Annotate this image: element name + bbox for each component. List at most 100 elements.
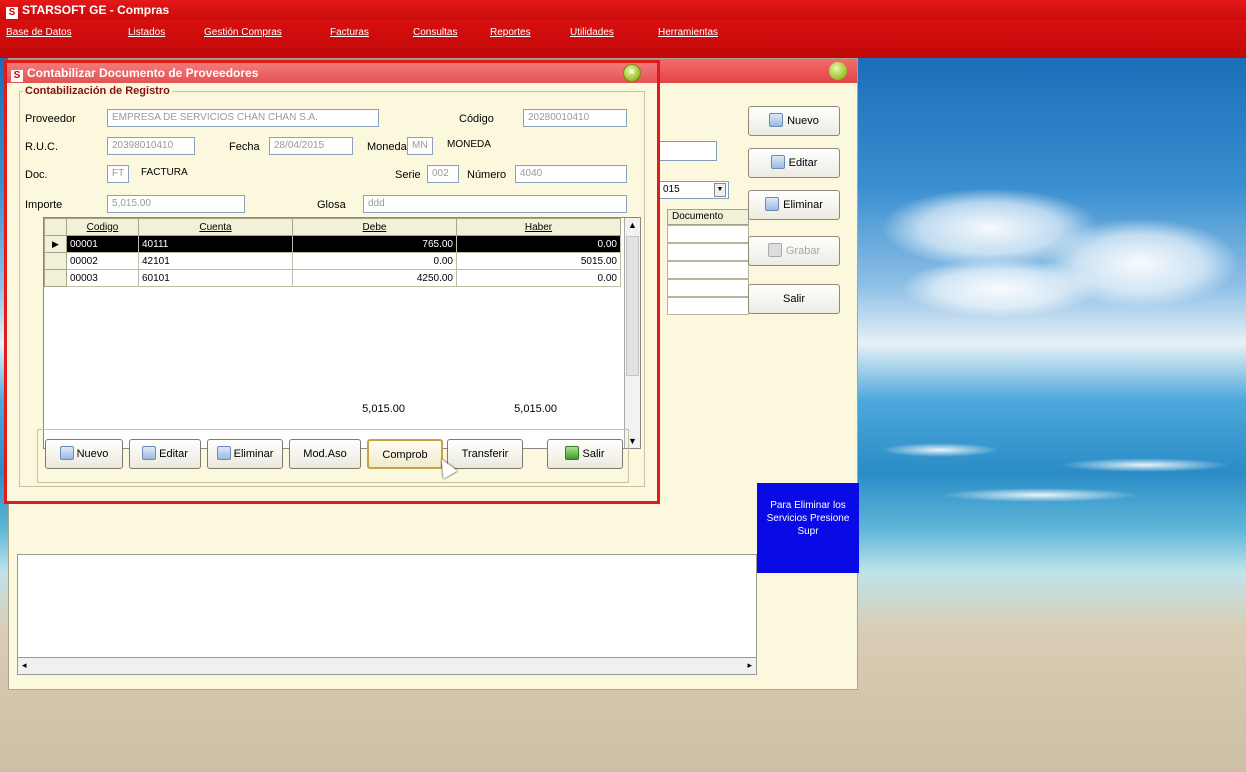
- comprob-button[interactable]: Comprob: [367, 439, 443, 469]
- ruc-field[interactable]: 20398010410: [107, 137, 195, 155]
- horizontal-scrollbar[interactable]: ◂ ▸: [17, 657, 757, 675]
- menu-gestion-compras[interactable]: Gestión Compras: [204, 27, 282, 38]
- total-debe: 5,015.00: [362, 403, 405, 415]
- menu-listados[interactable]: Listados: [128, 27, 165, 38]
- menu-facturas[interactable]: Facturas: [330, 27, 369, 38]
- scroll-left-icon[interactable]: ◂: [22, 660, 27, 671]
- eliminar-button[interactable]: Eliminar: [207, 439, 283, 469]
- cell-codigo[interactable]: 00002: [66, 252, 139, 270]
- app-logo-icon: S: [11, 70, 23, 82]
- nuevo-label: Nuevo: [76, 448, 109, 460]
- doc-label: Doc.: [25, 169, 48, 181]
- new-document-icon: [59, 446, 74, 460]
- salir-button[interactable]: Salir: [547, 439, 623, 469]
- menu-herramientas[interactable]: Herramientas: [658, 27, 718, 38]
- cell-debe[interactable]: 0.00: [292, 252, 457, 270]
- dropdown-arrow-icon[interactable]: ▼: [714, 183, 726, 197]
- cell-debe[interactable]: 765.00: [292, 235, 457, 253]
- glosa-label: Glosa: [317, 199, 346, 211]
- edit-icon: [142, 446, 157, 460]
- scroll-down-icon[interactable]: ▼: [628, 436, 637, 446]
- cell-codigo[interactable]: 00001: [66, 235, 139, 253]
- proveedor-label: Proveedor: [25, 113, 76, 125]
- proveedor-field[interactable]: EMPRESA DE SERVICIOS CHAN CHAN S.A.: [107, 109, 379, 127]
- fecha-label: Fecha: [229, 141, 260, 153]
- info-box: Para Eliminar los Servicios Presione Sup…: [757, 483, 859, 573]
- row-selector[interactable]: [44, 269, 67, 287]
- background-grid-header: Documento: [667, 209, 749, 225]
- column-header-haber[interactable]: Haber: [456, 218, 621, 236]
- comprob-label: Comprob: [382, 449, 428, 461]
- table-row[interactable]: ▶ 00001 40111 765.00 0.00: [44, 235, 621, 253]
- background-year-select[interactable]: 015 ▼: [659, 181, 729, 199]
- cloud: [900, 258, 1100, 318]
- cell-haber[interactable]: 5015.00: [456, 252, 621, 270]
- cell-debe[interactable]: 4250.00: [292, 269, 457, 287]
- menu-reportes[interactable]: Reportes: [490, 27, 531, 38]
- serie-label: Serie: [395, 169, 421, 181]
- mod-aso-label: Mod.Aso: [303, 448, 347, 460]
- numero-label: Número: [467, 169, 507, 181]
- menu-base-de-datos[interactable]: Base de Datos: [6, 27, 72, 38]
- side-nuevo-button[interactable]: Nuevo: [748, 106, 840, 136]
- contabilizar-modal: S Contabilizar Documento de Proveedores ×…: [4, 60, 660, 504]
- moneda-name: MONEDA: [447, 139, 491, 150]
- background-input[interactable]: [659, 141, 717, 161]
- cell-haber[interactable]: 0.00: [456, 235, 621, 253]
- cell-haber[interactable]: 0.00: [456, 269, 621, 287]
- wave: [1060, 458, 1230, 472]
- background-grid-area: [17, 554, 757, 674]
- scroll-up-icon[interactable]: ▲: [628, 220, 637, 230]
- menu-bar: Base de Datos Listados Gestión Compras F…: [0, 20, 1246, 58]
- fecha-field[interactable]: 28/04/2015: [269, 137, 353, 155]
- editar-button[interactable]: Editar: [129, 439, 201, 469]
- background-grid-row: [667, 225, 749, 243]
- cell-cuenta[interactable]: 60101: [138, 269, 293, 287]
- modal-title: Contabilizar Documento de Proveedores: [27, 66, 259, 80]
- cell-cuenta[interactable]: 42101: [138, 252, 293, 270]
- side-salir-label: Salir: [782, 293, 805, 305]
- serie-field[interactable]: 002: [427, 165, 459, 183]
- scroll-right-icon[interactable]: ▸: [747, 660, 752, 671]
- background-grid-row: [667, 261, 749, 279]
- scroll-thumb[interactable]: [626, 236, 639, 376]
- vertical-scrollbar[interactable]: ▲ ▼: [624, 218, 640, 448]
- column-header-cuenta[interactable]: Cuenta: [138, 218, 293, 236]
- save-icon: [767, 243, 782, 257]
- group-legend: Contabilización de Registro: [23, 85, 172, 97]
- menu-utilidades[interactable]: Utilidades: [570, 27, 614, 38]
- table-row[interactable]: 00002 42101 0.00 5015.00: [44, 252, 621, 270]
- row-selector[interactable]: [44, 252, 67, 270]
- app-logo-icon: S: [6, 7, 18, 19]
- side-nuevo-label: Nuevo: [787, 115, 819, 127]
- year-value: 015: [663, 184, 680, 195]
- column-header-codigo[interactable]: Codigo: [66, 218, 139, 236]
- mod-aso-button[interactable]: Mod.Aso: [289, 439, 361, 469]
- cell-cuenta[interactable]: 40111: [138, 235, 293, 253]
- numero-field[interactable]: 4040: [515, 165, 627, 183]
- moneda-code-field[interactable]: MN: [407, 137, 433, 155]
- background-close-icon[interactable]: [829, 62, 847, 80]
- delete-icon: [216, 446, 231, 460]
- codigo-label: Código: [459, 113, 494, 125]
- close-icon[interactable]: ×: [623, 64, 641, 82]
- side-grabar-label: Grabar: [785, 245, 821, 257]
- side-grabar-button[interactable]: Grabar: [748, 236, 840, 266]
- nuevo-button[interactable]: Nuevo: [45, 439, 123, 469]
- menu-consultas[interactable]: Consultas: [413, 27, 457, 38]
- side-salir-button[interactable]: Salir: [748, 284, 840, 314]
- importe-field[interactable]: 5,015.00: [107, 195, 245, 213]
- side-eliminar-button[interactable]: Eliminar: [748, 190, 840, 220]
- cell-codigo[interactable]: 00003: [66, 269, 139, 287]
- background-grid-row: [667, 297, 749, 315]
- side-editar-button[interactable]: Editar: [748, 148, 840, 178]
- table-row[interactable]: 00003 60101 4250.00 0.00: [44, 269, 621, 287]
- app-title: STARSOFT GE - Compras: [22, 3, 170, 17]
- transferir-label: Transferir: [461, 448, 509, 460]
- column-header-debe[interactable]: Debe: [292, 218, 457, 236]
- doc-code-field[interactable]: FT: [107, 165, 129, 183]
- glosa-field[interactable]: ddd: [363, 195, 627, 213]
- side-editar-label: Editar: [788, 157, 818, 169]
- codigo-field[interactable]: 20280010410: [523, 109, 627, 127]
- transferir-button[interactable]: Transferir: [447, 439, 523, 469]
